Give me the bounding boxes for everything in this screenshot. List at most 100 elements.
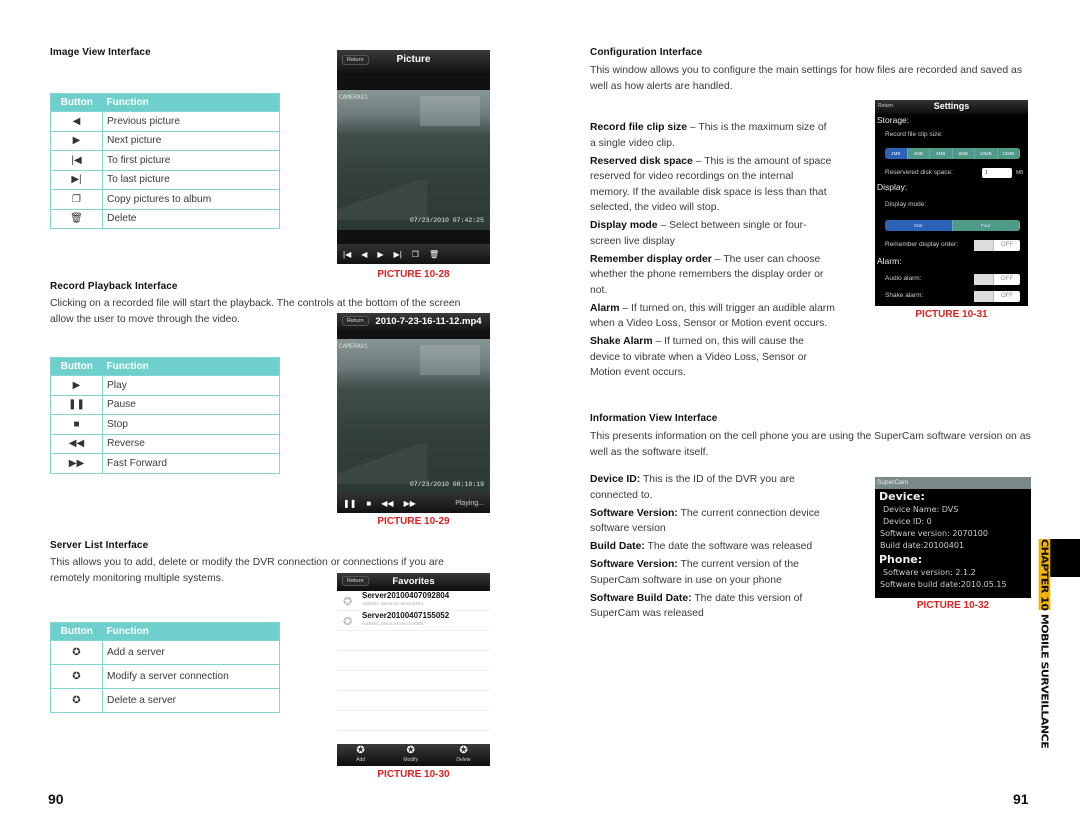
- picture-caption-10-30: PICTURE 10-30: [377, 769, 450, 780]
- definition-term: Display mode: [590, 220, 658, 231]
- definition-term: Device ID:: [590, 474, 641, 485]
- segment-option[interactable]: One: [885, 220, 953, 231]
- page-number-right: 91: [1013, 791, 1029, 807]
- picture-caption-10-28: PICTURE 10-28: [377, 269, 450, 280]
- server-list-title: Server List Interface: [50, 540, 149, 551]
- server-name: Server20100407155052: [362, 611, 450, 620]
- delete-picture-button[interactable]: 🗑: [429, 250, 439, 259]
- toggle-value: OFF: [1001, 293, 1013, 299]
- reserved-space-input[interactable]: 1: [982, 168, 1012, 178]
- table-row: ✪ Modify a server connection: [50, 664, 280, 689]
- phone-title-bar: Return Picture: [337, 50, 490, 76]
- function-description: Delete: [102, 208, 280, 229]
- audio-alarm-toggle[interactable]: OFF: [974, 274, 1020, 285]
- modify-label: Modify: [403, 757, 419, 763]
- phone-title: 2010-7-23-16-11-12.mp4: [375, 316, 482, 327]
- picture-caption-10-31: PICTURE 10-31: [915, 309, 988, 320]
- copy-picture-button[interactable]: ❐: [412, 250, 419, 259]
- device-heading: Device:: [879, 490, 925, 503]
- information-items: Device ID: This is the ID of the DVR you…: [590, 472, 835, 624]
- segment-option[interactable]: 4MB: [907, 148, 930, 159]
- next-icon: ▶: [50, 130, 103, 151]
- camera-building: [420, 96, 480, 126]
- modify-server-icon: ✪: [50, 664, 103, 689]
- server-address: Address: demo.tvt.net.cn:5204: [362, 601, 424, 606]
- table-row: |◀ To first picture: [50, 150, 280, 171]
- phone-title-bar: Return 2010-7-23-16-11-12.mp4: [337, 313, 490, 333]
- server-list-item[interactable]: ✪ Server20100407092804 Address: demo.tvt…: [337, 591, 490, 611]
- display-mode-label: Display mode:: [885, 201, 927, 208]
- table-row: ◀ Previous picture: [50, 111, 280, 132]
- favorites-phone-screenshot: Return Favorites ✪ Server20100407092804 …: [337, 573, 490, 766]
- remember-order-toggle[interactable]: OFF: [974, 240, 1020, 251]
- favorites-toolbar: ✪ Add ✪ Modify ✪ Delete: [337, 744, 490, 766]
- last-picture-button[interactable]: ▶|: [394, 250, 402, 259]
- information-view-title: Information View Interface: [590, 413, 718, 424]
- record-playback-title: Record Playback Interface: [50, 281, 178, 292]
- phone-title: Picture: [396, 54, 431, 65]
- playback-controls-bar: ❚❚ ■ ◀◀ ▶▶ Playing...: [337, 493, 490, 513]
- function-description: Reverse: [102, 433, 280, 454]
- playback-phone-screenshot: Return 2010-7-23-16-11-12.mp4 CAMERA01 0…: [337, 313, 490, 513]
- segment-option[interactable]: 6MB: [930, 148, 953, 159]
- segment-option[interactable]: 8MB: [952, 148, 975, 159]
- server-icon: ✪: [343, 596, 353, 608]
- page-number-left: 90: [48, 791, 64, 807]
- server-list-item[interactable]: ✪ Server20100407155052 Address: demo.tvt…: [337, 611, 490, 631]
- definition-term: Build Date:: [590, 541, 645, 552]
- display-heading: Display:: [877, 182, 908, 192]
- shake-alarm-toggle[interactable]: OFF: [974, 291, 1020, 302]
- modify-server-icon: ✪: [406, 745, 415, 756]
- configuration-title: Configuration Interface: [590, 47, 703, 58]
- toggle-knob: [974, 240, 994, 251]
- delete-server-icon: ✪: [459, 745, 468, 756]
- definition-item: Alarm – If turned on, this will trigger …: [590, 301, 835, 332]
- definition-term: Record file clip size: [590, 122, 688, 133]
- remember-order-label: Remember display order:: [885, 241, 958, 248]
- function-description: Pause: [102, 394, 280, 415]
- column-header-function: Function: [102, 622, 280, 641]
- definition-text: – If turned on, this will trigger an aud…: [590, 302, 835, 330]
- shake-alarm-label: Shake alarm:: [885, 292, 924, 299]
- toggle-value: OFF: [1001, 276, 1013, 282]
- settings-phone-screenshot: Return Settings Storage: Record file cli…: [875, 100, 1028, 306]
- segment-option[interactable]: 2MB: [885, 148, 908, 159]
- server-list-button-table: Button Function ✪ Add a server ✪ Modify a s…: [50, 622, 280, 713]
- column-header-button: Button: [50, 93, 103, 112]
- last-icon: ▶|: [50, 169, 103, 190]
- add-server-button[interactable]: ✪ Add: [356, 744, 365, 766]
- add-label: Add: [356, 757, 366, 763]
- chapter-title: MOBILE SURVEILLANCE: [1038, 613, 1051, 749]
- delete-server-button[interactable]: ✪ Delete: [456, 744, 470, 766]
- toggle-knob: [974, 291, 994, 302]
- definition-term: Software Version:: [590, 507, 678, 519]
- fast-forward-button[interactable]: ▶▶: [404, 499, 416, 508]
- table-row: ■ Stop: [50, 414, 280, 435]
- function-description: Add a server: [102, 640, 280, 665]
- picture-caption-10-29: PICTURE 10-29: [377, 516, 450, 527]
- modify-server-button[interactable]: ✪ Modify: [403, 744, 418, 766]
- segment-option[interactable]: 12MB: [997, 148, 1020, 159]
- function-description: To first picture: [102, 150, 280, 171]
- camera-label: CAMERA01: [339, 343, 368, 350]
- next-picture-button[interactable]: ▶: [377, 250, 383, 259]
- definition-item: Build Date: The date the software was re…: [590, 539, 835, 555]
- server-list: ✪ Server20100407092804 Address: demo.tvt…: [337, 591, 490, 744]
- previous-picture-button[interactable]: ◀: [361, 250, 367, 259]
- segment-option[interactable]: Four: [952, 220, 1020, 231]
- reverse-button[interactable]: ◀◀: [381, 499, 393, 508]
- camera-roof: [337, 180, 427, 220]
- pause-button[interactable]: ❚❚: [343, 499, 356, 508]
- segment-option[interactable]: 10MB: [975, 148, 998, 159]
- reserved-space-unit: MB: [1016, 170, 1024, 176]
- function-description: Delete a server: [102, 688, 280, 713]
- return-button[interactable]: Return: [342, 316, 369, 326]
- record-playback-button-table: Button Function ▶ Play ❚❚ Pause ■ Stop ◀◀ Rever…: [50, 357, 280, 474]
- definition-term: Reserved disk space: [590, 155, 693, 167]
- stop-button[interactable]: ■: [366, 499, 371, 508]
- first-picture-button[interactable]: |◀: [343, 250, 351, 259]
- stop-icon: ■: [50, 414, 103, 435]
- device-build-date: Build date:20100401: [880, 541, 965, 550]
- table-row: ❚❚ Pause: [50, 394, 280, 415]
- chapter-tab: CHAPTER 10 MOBILE SURVEILLANCE: [1037, 539, 1080, 748]
